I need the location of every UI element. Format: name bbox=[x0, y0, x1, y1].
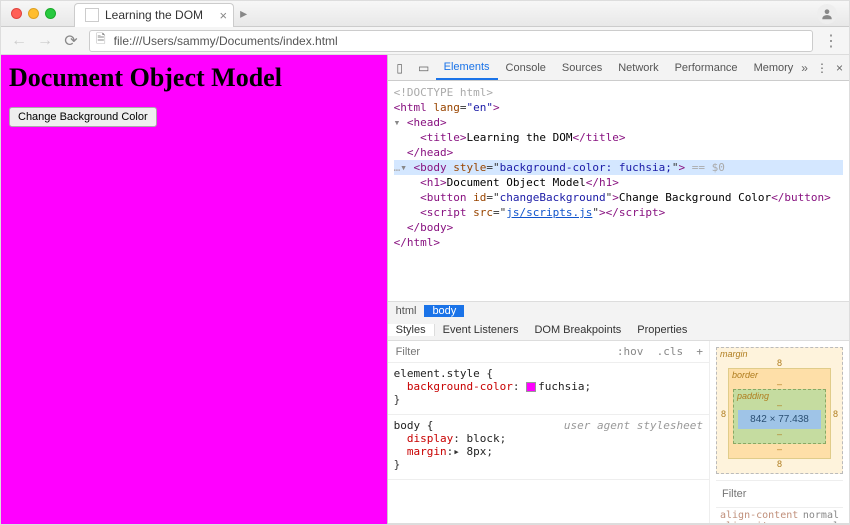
box-model-content: 842 × 77.438 bbox=[738, 410, 821, 429]
devtools-panel: ▯ ▭ Elements Console Sources Network Per… bbox=[387, 55, 849, 524]
new-tab-button[interactable]: ▸ bbox=[240, 5, 247, 22]
maximize-window-button[interactable] bbox=[45, 8, 56, 19]
browser-toolbar: ← → ⟳ 🗎 ⋮ bbox=[1, 27, 849, 55]
titlebar: Learning the DOM × ▸ bbox=[1, 1, 849, 27]
devtools-menu-icon[interactable]: ⋮ bbox=[816, 61, 828, 75]
style-rule[interactable]: element.style { background-color: fuchsi… bbox=[388, 363, 709, 415]
tab-title: Learning the DOM bbox=[105, 8, 203, 22]
window-controls bbox=[1, 8, 66, 19]
tab-styles[interactable]: Styles bbox=[388, 324, 435, 336]
browser-menu-button[interactable]: ⋮ bbox=[823, 31, 839, 51]
favicon bbox=[85, 8, 99, 22]
box-model[interactable]: margin 8 8 border – padding – 842 × 77.4… bbox=[716, 347, 843, 474]
more-tabs-icon[interactable]: » bbox=[801, 61, 808, 75]
reload-button[interactable]: ⟳ bbox=[63, 31, 79, 51]
content-area: Document Object Model Change Background … bbox=[1, 55, 849, 524]
forward-button[interactable]: → bbox=[37, 32, 53, 50]
tab-dom-breakpoints[interactable]: DOM Breakpoints bbox=[526, 324, 629, 336]
close-tab-button[interactable]: × bbox=[219, 8, 227, 23]
cls-toggle[interactable]: .cls bbox=[657, 345, 684, 358]
styles-tabs: Styles Event Listeners DOM Breakpoints P… bbox=[388, 319, 849, 341]
minimize-window-button[interactable] bbox=[28, 8, 39, 19]
tab-properties[interactable]: Properties bbox=[629, 324, 695, 336]
box-model-panel: margin 8 8 border – padding – 842 × 77.4… bbox=[709, 341, 849, 523]
tab-memory[interactable]: Memory bbox=[746, 55, 802, 80]
address-bar[interactable]: 🗎 bbox=[89, 30, 813, 52]
doctype-node: <!DOCTYPE html> bbox=[394, 86, 493, 99]
styles-body: :hov .cls + element.style { background-c… bbox=[388, 341, 849, 524]
close-devtools-icon[interactable]: × bbox=[836, 61, 843, 75]
styles-filter-input[interactable] bbox=[394, 345, 617, 359]
page-heading: Document Object Model bbox=[9, 63, 379, 93]
person-icon bbox=[820, 7, 834, 21]
inspect-element-icon[interactable]: ▯ bbox=[388, 61, 412, 75]
tab-sources[interactable]: Sources bbox=[554, 55, 610, 80]
browser-window: Learning the DOM × ▸ ← → ⟳ 🗎 ⋮ Document … bbox=[0, 0, 850, 525]
crumb-body[interactable]: body bbox=[424, 305, 464, 317]
tab-console[interactable]: Console bbox=[498, 55, 554, 80]
file-icon: 🗎 bbox=[96, 30, 106, 51]
rendered-page: Document Object Model Change Background … bbox=[1, 55, 387, 524]
profile-avatar[interactable] bbox=[817, 4, 837, 24]
tab-network[interactable]: Network bbox=[610, 55, 666, 80]
change-background-button[interactable]: Change Background Color bbox=[9, 107, 157, 127]
tab-event-listeners[interactable]: Event Listeners bbox=[435, 324, 527, 336]
browser-tab[interactable]: Learning the DOM × bbox=[74, 3, 234, 27]
hov-toggle[interactable]: :hov bbox=[617, 345, 644, 358]
styles-rules: :hov .cls + element.style { background-c… bbox=[388, 341, 709, 523]
back-button[interactable]: ← bbox=[11, 32, 27, 50]
computed-properties[interactable]: align-contentnormal align-itemsnormal al… bbox=[716, 508, 843, 524]
close-window-button[interactable] bbox=[11, 8, 22, 19]
color-swatch[interactable] bbox=[526, 382, 536, 392]
tab-elements[interactable]: Elements bbox=[436, 55, 498, 80]
selected-dom-node[interactable]: …▾ <body style="background-color: fuchsi… bbox=[394, 160, 843, 175]
dom-tree[interactable]: <!DOCTYPE html> <html lang="en"> ▾ <head… bbox=[388, 81, 849, 301]
device-toolbar-icon[interactable]: ▭ bbox=[412, 61, 436, 75]
tab-performance[interactable]: Performance bbox=[667, 55, 746, 80]
devtools-tabs: ▯ ▭ Elements Console Sources Network Per… bbox=[388, 55, 849, 81]
style-rule[interactable]: user agent stylesheet body { display: bl… bbox=[388, 415, 709, 480]
url-input[interactable] bbox=[112, 33, 806, 49]
add-rule-button[interactable]: + bbox=[696, 345, 703, 358]
crumb-html[interactable]: html bbox=[388, 305, 425, 317]
computed-filter-input[interactable] bbox=[720, 487, 849, 501]
dom-breadcrumb: html body bbox=[388, 301, 849, 319]
